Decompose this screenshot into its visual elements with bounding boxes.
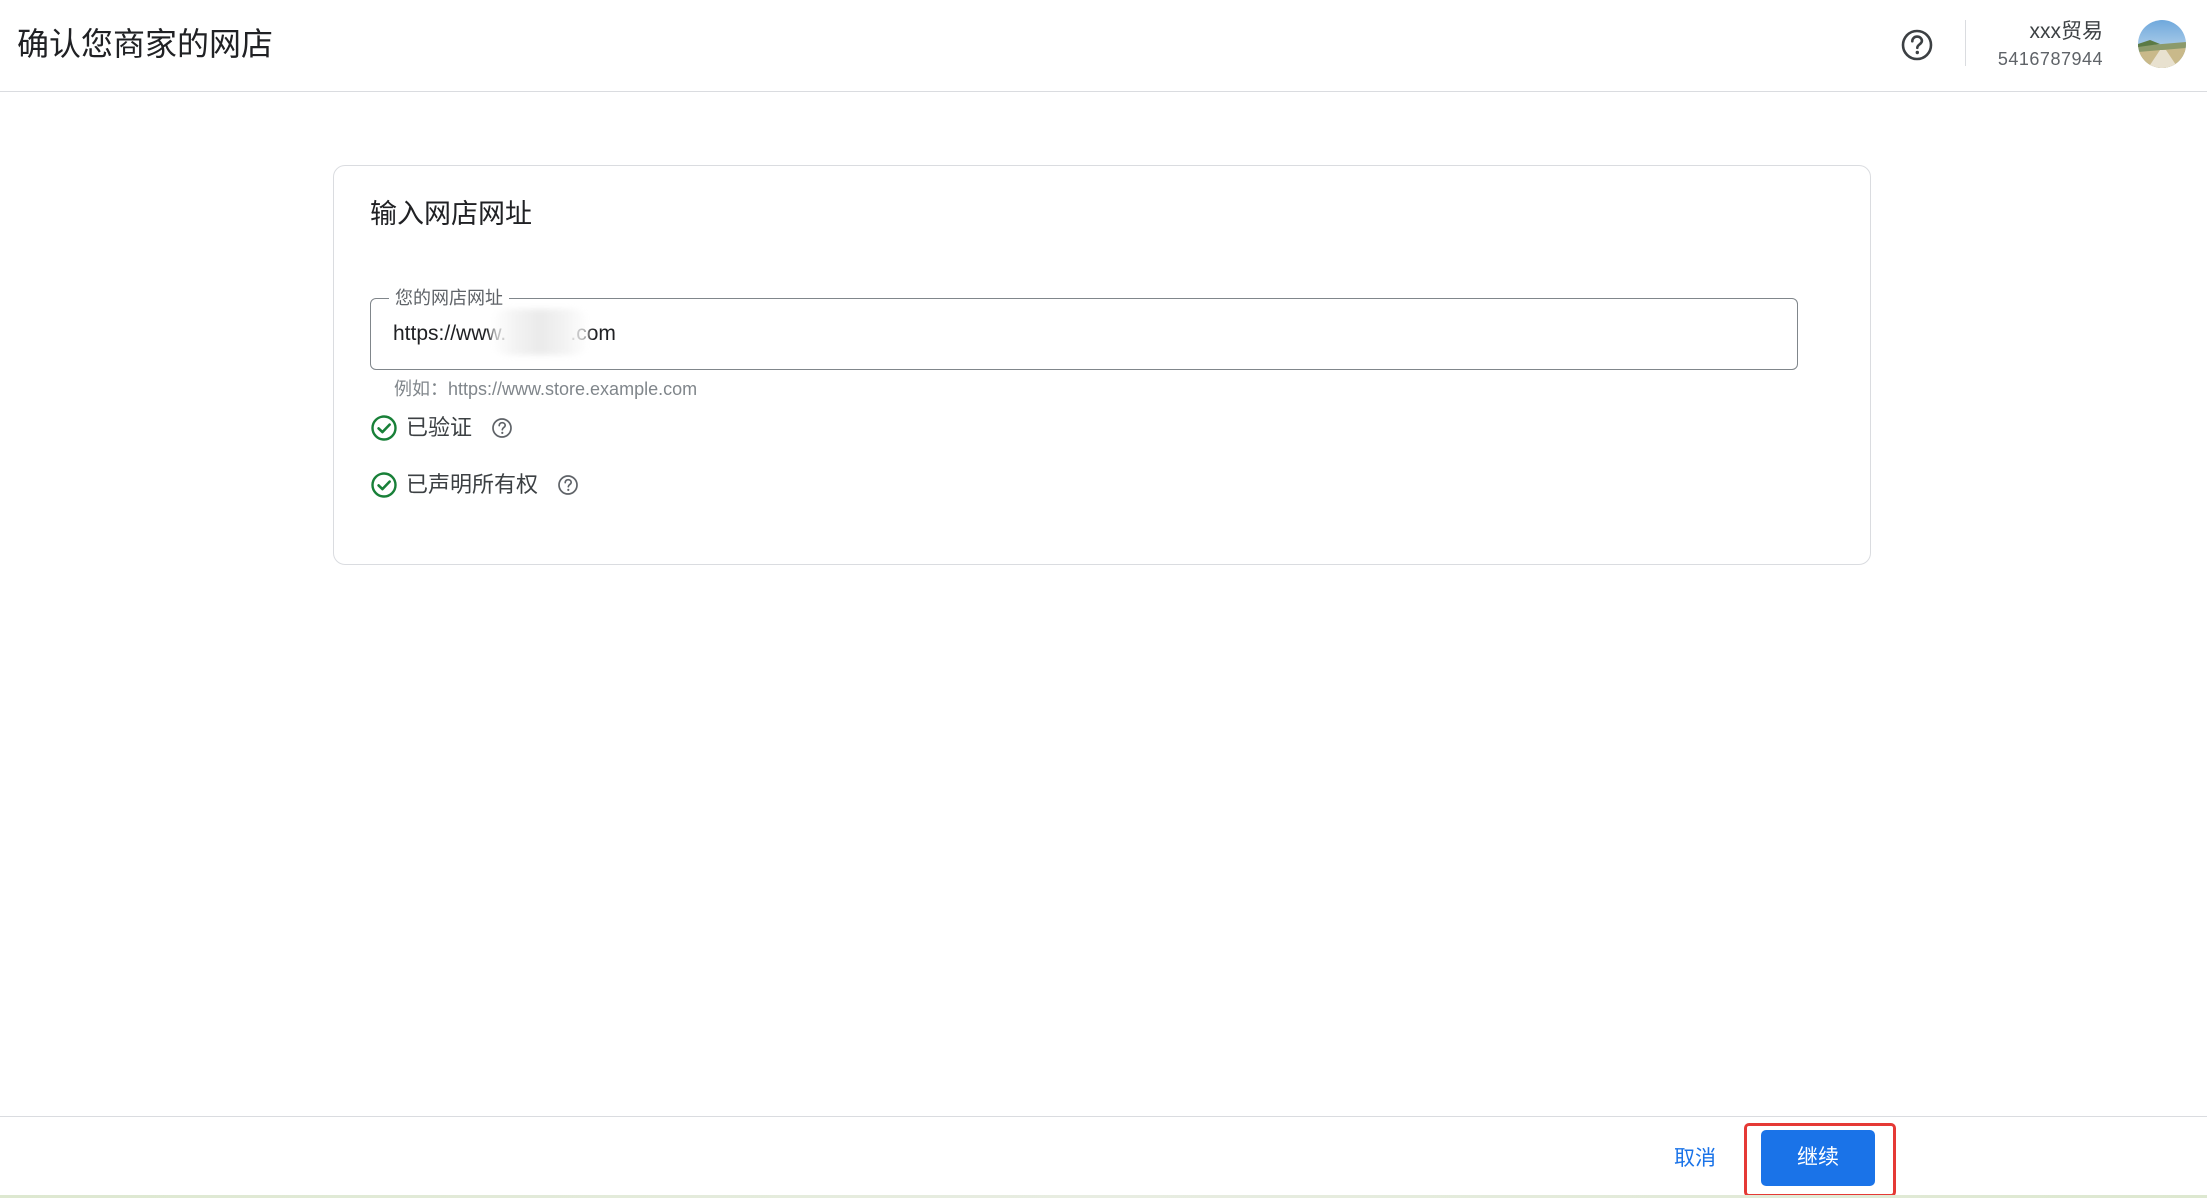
redacted-mask [491,309,589,355]
check-circle-icon [371,472,397,498]
store-url-input[interactable] [393,319,1773,349]
account-name: xxx贸易 [2029,20,2104,43]
top-bar: 确认您商家的网店 xxx贸易 5416787944 [0,0,2207,92]
account-switcher[interactable]: xxx贸易 5416787944 [1998,18,2103,72]
check-circle-icon [371,415,397,441]
card-title: 输入网店网址 [370,199,532,229]
store-url-hint: 例如：https://www.store.example.com [394,379,698,399]
avatar[interactable] [2138,20,2186,68]
status-verified: 已验证 [370,411,514,445]
help-circle-icon[interactable] [490,416,514,440]
status-verified-label: 已验证 [406,415,473,440]
status-ownership-claimed: 已声明所有权 [370,468,580,502]
store-url-label: 您的网店网址 [389,286,509,310]
footer-divider [0,1195,2207,1198]
status-ownership-label: 已声明所有权 [406,472,539,497]
continue-button[interactable]: 继续 [1761,1130,1875,1186]
footer-action-bar: 取消 继续 [0,1116,2207,1199]
header-divider [1965,20,1966,66]
store-url-card: 输入网店网址 您的网店网址 例如：https://www.store.examp… [333,165,1871,565]
account-id: 5416787944 [1997,49,2103,69]
page-title: 确认您商家的网店 [17,26,274,62]
store-url-field[interactable]: 您的网店网址 [370,286,1798,370]
help-icon[interactable] [1898,26,1936,64]
cancel-button[interactable]: 取消 [1660,1139,1730,1179]
help-circle-icon[interactable] [556,473,580,497]
